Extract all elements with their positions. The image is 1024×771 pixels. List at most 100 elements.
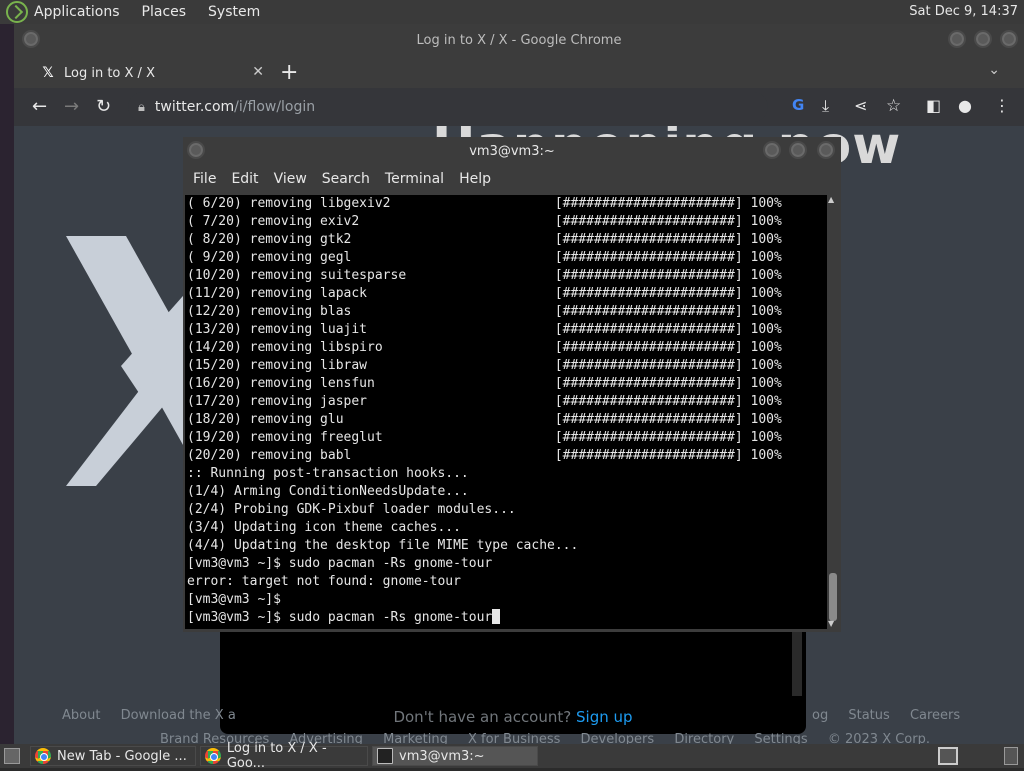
footer-link-developers[interactable]: Developers [581,732,655,744]
distro-logo-icon[interactable] [6,1,28,23]
terminal-line: :: Running post-transaction hooks... [187,466,469,481]
terminal-line: (19/20) removing freeglut [#############… [187,430,782,445]
task-label: vm3@vm3:~ [399,748,485,764]
footer-link-directory[interactable]: Directory [674,732,734,744]
terminal-line: (3/4) Updating icon theme caches... [187,520,461,535]
terminal-line: ( 7/20) removing exiv2 [################… [187,214,782,229]
tab-x-login[interactable]: 𝕏 Log in to X / X ✕ [30,58,270,88]
tab-strip: 𝕏 Log in to X / X ✕ + ⌄ [14,58,1024,88]
terminal-line: (18/20) removing glu [##################… [187,412,782,427]
signup-link[interactable]: Sign up [576,708,633,726]
top-panel: Applications Places System Sat Dec 9, 14… [0,0,1024,24]
show-desktop-icon[interactable] [4,748,20,764]
terminal-menu-search[interactable]: Search [322,171,370,187]
terminal-line: (16/20) removing lensfun [##############… [187,376,782,391]
menu-applications[interactable]: Applications [34,4,120,20]
chrome-menu-icon[interactable]: ⋮ [994,96,1010,115]
chrome-icon [35,748,51,764]
trash-icon[interactable] [1004,747,1018,765]
task-terminal[interactable]: vm3@vm3:~ [372,746,538,766]
google-lens-icon[interactable]: G [792,96,804,114]
footer-link-blog[interactable]: og [812,708,828,723]
terminal-menu-view[interactable]: View [274,171,307,187]
workspace-switcher-icon[interactable] [938,747,958,765]
terminal-scroll-thumb[interactable] [829,573,837,621]
footer-row-1: About Download the X a [62,708,252,723]
forward-icon[interactable]: → [64,96,79,117]
taskbar: New Tab - Google ... Log in to X / X - G… [0,741,1024,771]
tab-search-chevron-icon[interactable]: ⌄ [988,62,1000,78]
profile-icon[interactable]: ● [958,96,972,115]
terminal-line: ( 8/20) removing gtk2 [#################… [187,232,782,247]
terminal-line: [vm3@vm3 ~]$ [187,592,281,607]
prompt-text: [vm3@vm3 ~]$ sudo pacman -Rs gnome-tour [187,610,493,625]
footer-link-marketing[interactable]: Marketing [383,732,448,744]
terminal-maximize-icon[interactable] [789,141,807,159]
signup-prompt: Don't have an account? [393,708,572,726]
task-label: Log in to X / X - Goo... [226,741,327,771]
terminal-line: (13/20) removing luajit [###############… [187,322,782,337]
terminal-minimize-icon[interactable] [763,141,781,159]
terminal-menu-edit[interactable]: Edit [231,171,258,187]
terminal-scrollbar[interactable]: ▲ ▼ [827,195,839,629]
terminal-output[interactable]: ( 6/20) removing libgexiv2 [############… [185,195,827,629]
lock-icon[interactable]: 🔒︎ [138,100,145,115]
terminal-line: ( 9/20) removing gegl [#################… [187,250,782,265]
task-x-login[interactable]: Log in to X / X - Goo... [200,741,368,771]
scroll-down-icon[interactable]: ▼ [828,619,834,628]
maximize-icon[interactable] [974,30,992,48]
task-new-tab[interactable]: New Tab - Google ... [30,746,196,766]
terminal-line: (1/4) Arming ConditionNeedsUpdate... [187,484,469,499]
terminal-menu-help[interactable]: Help [459,171,491,187]
terminal-title: vm3@vm3:~ [469,144,555,159]
terminal-line: (12/20) removing blas [#################… [187,304,782,319]
terminal-menu-terminal[interactable]: Terminal [385,171,444,187]
minimize-icon[interactable] [948,30,966,48]
url-host: twitter.com [154,99,235,115]
terminal-icon [377,748,393,764]
install-app-icon[interactable]: ⤓ [822,96,829,116]
address-bar[interactable]: 🔒︎ twitter.com/i/flow/login [128,92,768,122]
url-path: /i/flow/login [234,99,316,115]
chrome-icon [205,748,221,764]
menu-system[interactable]: System [208,4,260,20]
share-icon[interactable]: ⋖ [854,96,867,115]
side-panel-icon[interactable]: ◧ [926,96,941,115]
footer-link-about[interactable]: About [62,708,100,723]
terminal-window: vm3@vm3:~ File Edit View Search Terminal… [183,137,841,632]
new-tab-icon[interactable]: + [280,60,298,85]
desktop-edge [0,24,14,744]
terminal-line: (11/20) removing lapack [###############… [187,286,782,301]
terminal-line: (2/4) Probing GDK-Pixbuf loader modules.… [187,502,516,517]
footer-link-settings[interactable]: Settings [754,732,807,744]
back-icon[interactable]: ← [32,96,47,117]
clock[interactable]: Sat Dec 9, 14:37 [909,4,1018,19]
reload-icon[interactable]: ↻ [96,96,111,117]
close-window-icon[interactable] [1000,30,1018,48]
footer-link-business[interactable]: X for Business [468,732,560,744]
bookmark-star-icon[interactable]: ☆ [886,96,901,116]
footer-link-download[interactable]: Download the X a [121,708,236,723]
terminal-titlebar[interactable]: vm3@vm3:~ [183,137,841,165]
footer-row-1-right: og Status Careers [812,708,976,723]
footer-link-careers[interactable]: Careers [910,708,960,723]
terminal-line: ( 6/20) removing libgexiv2 [############… [187,196,782,211]
terminal-line: (10/20) removing suitesparse [##########… [187,268,782,283]
terminal-line: (15/20) removing libraw [###############… [187,358,782,373]
terminal-line: (20/20) removing babl [#################… [187,448,782,463]
menu-places[interactable]: Places [142,4,187,20]
chrome-titlebar[interactable]: Log in to X / X - Google Chrome [14,24,1024,58]
chrome-toolbar: ← → ↻ 🔒︎ twitter.com/i/flow/login G ⤓ ⋖ … [14,88,1024,126]
footer-link-status[interactable]: Status [848,708,889,723]
terminal-lines: ( 6/20) removing libgexiv2 [############… [187,195,827,609]
terminal-close-icon[interactable] [817,141,835,159]
signup-line: Don't have an account? Sign up [220,708,806,726]
close-tab-icon[interactable]: ✕ [252,64,264,80]
terminal-menu-file[interactable]: File [193,171,216,187]
terminal-line: (4/4) Updating the desktop file MIME typ… [187,538,579,553]
tab-title: Log in to X / X [64,65,155,81]
scroll-up-icon[interactable]: ▲ [828,195,834,204]
terminal-prompt-line[interactable]: [vm3@vm3 ~]$ sudo pacman -Rs gnome-tour [187,609,827,627]
terminal-line: [vm3@vm3 ~]$ sudo pacman -Rs gnome-tour [187,556,493,571]
terminal-line: error: target not found: gnome-tour [187,574,461,589]
